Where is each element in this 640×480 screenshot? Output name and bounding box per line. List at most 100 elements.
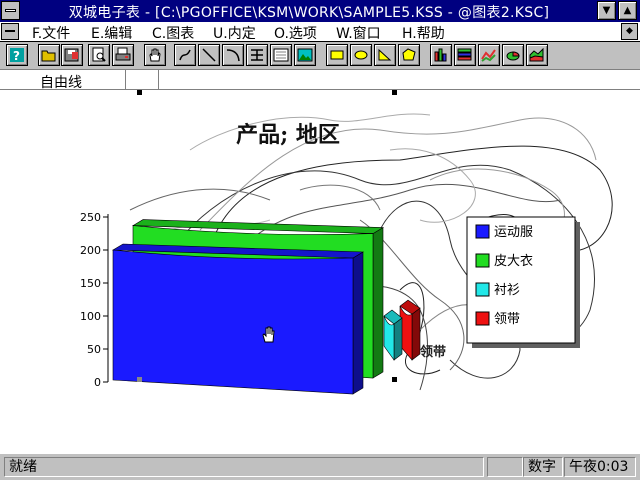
selection-handle[interactable] (137, 90, 142, 95)
polygon-tool-button[interactable] (398, 44, 420, 66)
bar-chart-button[interactable] (430, 44, 452, 66)
print-button[interactable] (112, 44, 134, 66)
rectangle-icon (330, 50, 344, 60)
legend-swatch (475, 282, 490, 297)
toolbar: ? (0, 42, 640, 70)
line-chart-icon (481, 49, 496, 62)
format-bar-divider (158, 70, 159, 89)
stacked-bar-icon (457, 48, 472, 61)
menu-edit[interactable]: E.编辑 (91, 23, 132, 43)
minimize-button[interactable]: ▼ (597, 1, 616, 20)
y-tick-label: 100 (80, 310, 101, 323)
text-tool-button[interactable] (246, 44, 268, 66)
legend-label: 皮大衣 (494, 253, 533, 269)
menu-help[interactable]: H.帮助 (402, 23, 445, 43)
print-preview-icon (92, 47, 106, 62)
ellipse-icon (354, 50, 368, 60)
document-system-menu-button[interactable] (1, 23, 19, 40)
restore-icon: ◆ (626, 26, 633, 36)
selection-handle[interactable] (137, 377, 142, 382)
hand-tool-button[interactable] (144, 44, 166, 66)
y-tick-label: 250 (80, 211, 101, 224)
open-button[interactable] (38, 44, 60, 66)
printer-icon (115, 47, 131, 61)
list-tool-button[interactable] (270, 44, 292, 66)
chart-title[interactable]: 产品; 地区 (236, 122, 340, 148)
legend-swatch (475, 253, 490, 268)
pie-chart-icon (506, 51, 520, 61)
status-num-mode: 数字 (523, 457, 563, 477)
area-chart-icon (529, 47, 544, 62)
triangle-tool-button[interactable] (374, 44, 396, 66)
bar-领带[interactable] (399, 299, 421, 361)
ellipse-tool-button[interactable] (350, 44, 372, 66)
bar-运动服[interactable] (111, 243, 365, 395)
list-icon (273, 48, 289, 62)
status-empty-panel (487, 457, 523, 477)
hand-icon (149, 48, 161, 62)
y-tick-label: 0 (94, 376, 101, 389)
y-tick-label: 150 (80, 277, 101, 290)
open-folder-icon (41, 50, 56, 62)
selection-handle[interactable] (392, 377, 397, 382)
app-window: 双城电子表 - [C:\PGOFFICE\KSM\WORK\SAMPLE5.KS… (0, 0, 640, 480)
status-clock: 午夜0:03 (564, 457, 636, 477)
menu-window[interactable]: W.窗口 (336, 23, 381, 43)
area-chart-button[interactable] (526, 44, 548, 66)
picture-icon (297, 48, 313, 62)
legend-label: 运动服 (494, 225, 533, 240)
line-icon (202, 48, 216, 62)
current-tool-label: 自由线 (40, 75, 82, 91)
line-chart-button[interactable] (478, 44, 500, 66)
status-message: 就绪 (4, 457, 484, 477)
system-menu-button[interactable] (1, 1, 20, 20)
stacked-bar-button[interactable] (454, 44, 476, 66)
chart-svg: 产品; 地区 0 50 100 150 200 250 领带 运动服皮大衣衬衫领带 (80, 90, 613, 395)
format-bar: 自由线 (0, 70, 640, 91)
format-bar-divider (125, 70, 126, 89)
menu-file[interactable]: F.文件 (32, 23, 70, 43)
maximize-button[interactable]: ▲ (618, 1, 637, 20)
rectangle-tool-button[interactable] (326, 44, 348, 66)
triangle-icon (378, 48, 392, 61)
bar-衬衫[interactable] (383, 309, 403, 361)
selection-handle[interactable] (392, 90, 397, 95)
y-tick-label: 200 (80, 244, 101, 257)
y-tick-label: 50 (87, 343, 101, 356)
window-title: 双城电子表 - [C:\PGOFFICE\KSM\WORK\SAMPLE5.KS… (68, 5, 550, 21)
picture-tool-button[interactable] (294, 44, 316, 66)
legend-label: 领带 (494, 312, 520, 327)
arc-tool-button[interactable] (222, 44, 244, 66)
menu-options[interactable]: O.选项 (274, 23, 317, 43)
axis-annotation: 领带 (420, 344, 446, 360)
minimize-icon: ▼ (602, 5, 611, 16)
print-preview-button[interactable] (88, 44, 110, 66)
status-bar: 就绪 数字 午夜0:03 (0, 453, 640, 480)
pie-chart-button[interactable] (502, 44, 524, 66)
freehand-icon (179, 49, 191, 61)
save-button[interactable] (61, 44, 83, 66)
maximize-icon: ▲ (623, 5, 632, 16)
menu-defaults[interactable]: U.内定 (213, 23, 256, 43)
legend-swatch (475, 311, 490, 326)
document-restore-button[interactable]: ◆ (621, 23, 638, 40)
legend-label: 衬衫 (494, 283, 520, 298)
text-icon (251, 49, 263, 61)
menu-chart[interactable]: C.图表 (152, 23, 194, 43)
bar-series[interactable] (111, 219, 421, 395)
help-icon: ? (10, 48, 24, 63)
bar-chart-icon (434, 48, 447, 62)
svg-text:?: ? (13, 49, 20, 63)
help-button[interactable]: ? (6, 44, 28, 66)
chart-canvas[interactable]: 产品; 地区 0 50 100 150 200 250 领带 运动服皮大衣衬衫领带 (0, 90, 640, 453)
menu-bar: F.文件 E.编辑 C.图表 U.内定 O.选项 W.窗口 H.帮助 ◆ (0, 22, 640, 42)
title-bar: 双城电子表 - [C:\PGOFFICE\KSM\WORK\SAMPLE5.KS… (0, 0, 640, 22)
arc-icon (226, 49, 240, 62)
save-icon (64, 48, 79, 62)
line-tool-button[interactable] (198, 44, 220, 66)
chart-legend[interactable]: 运动服皮大衣衬衫领带 (466, 216, 580, 348)
polygon-icon (402, 48, 416, 61)
legend-swatch (475, 224, 490, 239)
y-axis-ticks: 0 50 100 150 200 250 (80, 211, 108, 389)
freehand-tool-button[interactable] (174, 44, 196, 66)
